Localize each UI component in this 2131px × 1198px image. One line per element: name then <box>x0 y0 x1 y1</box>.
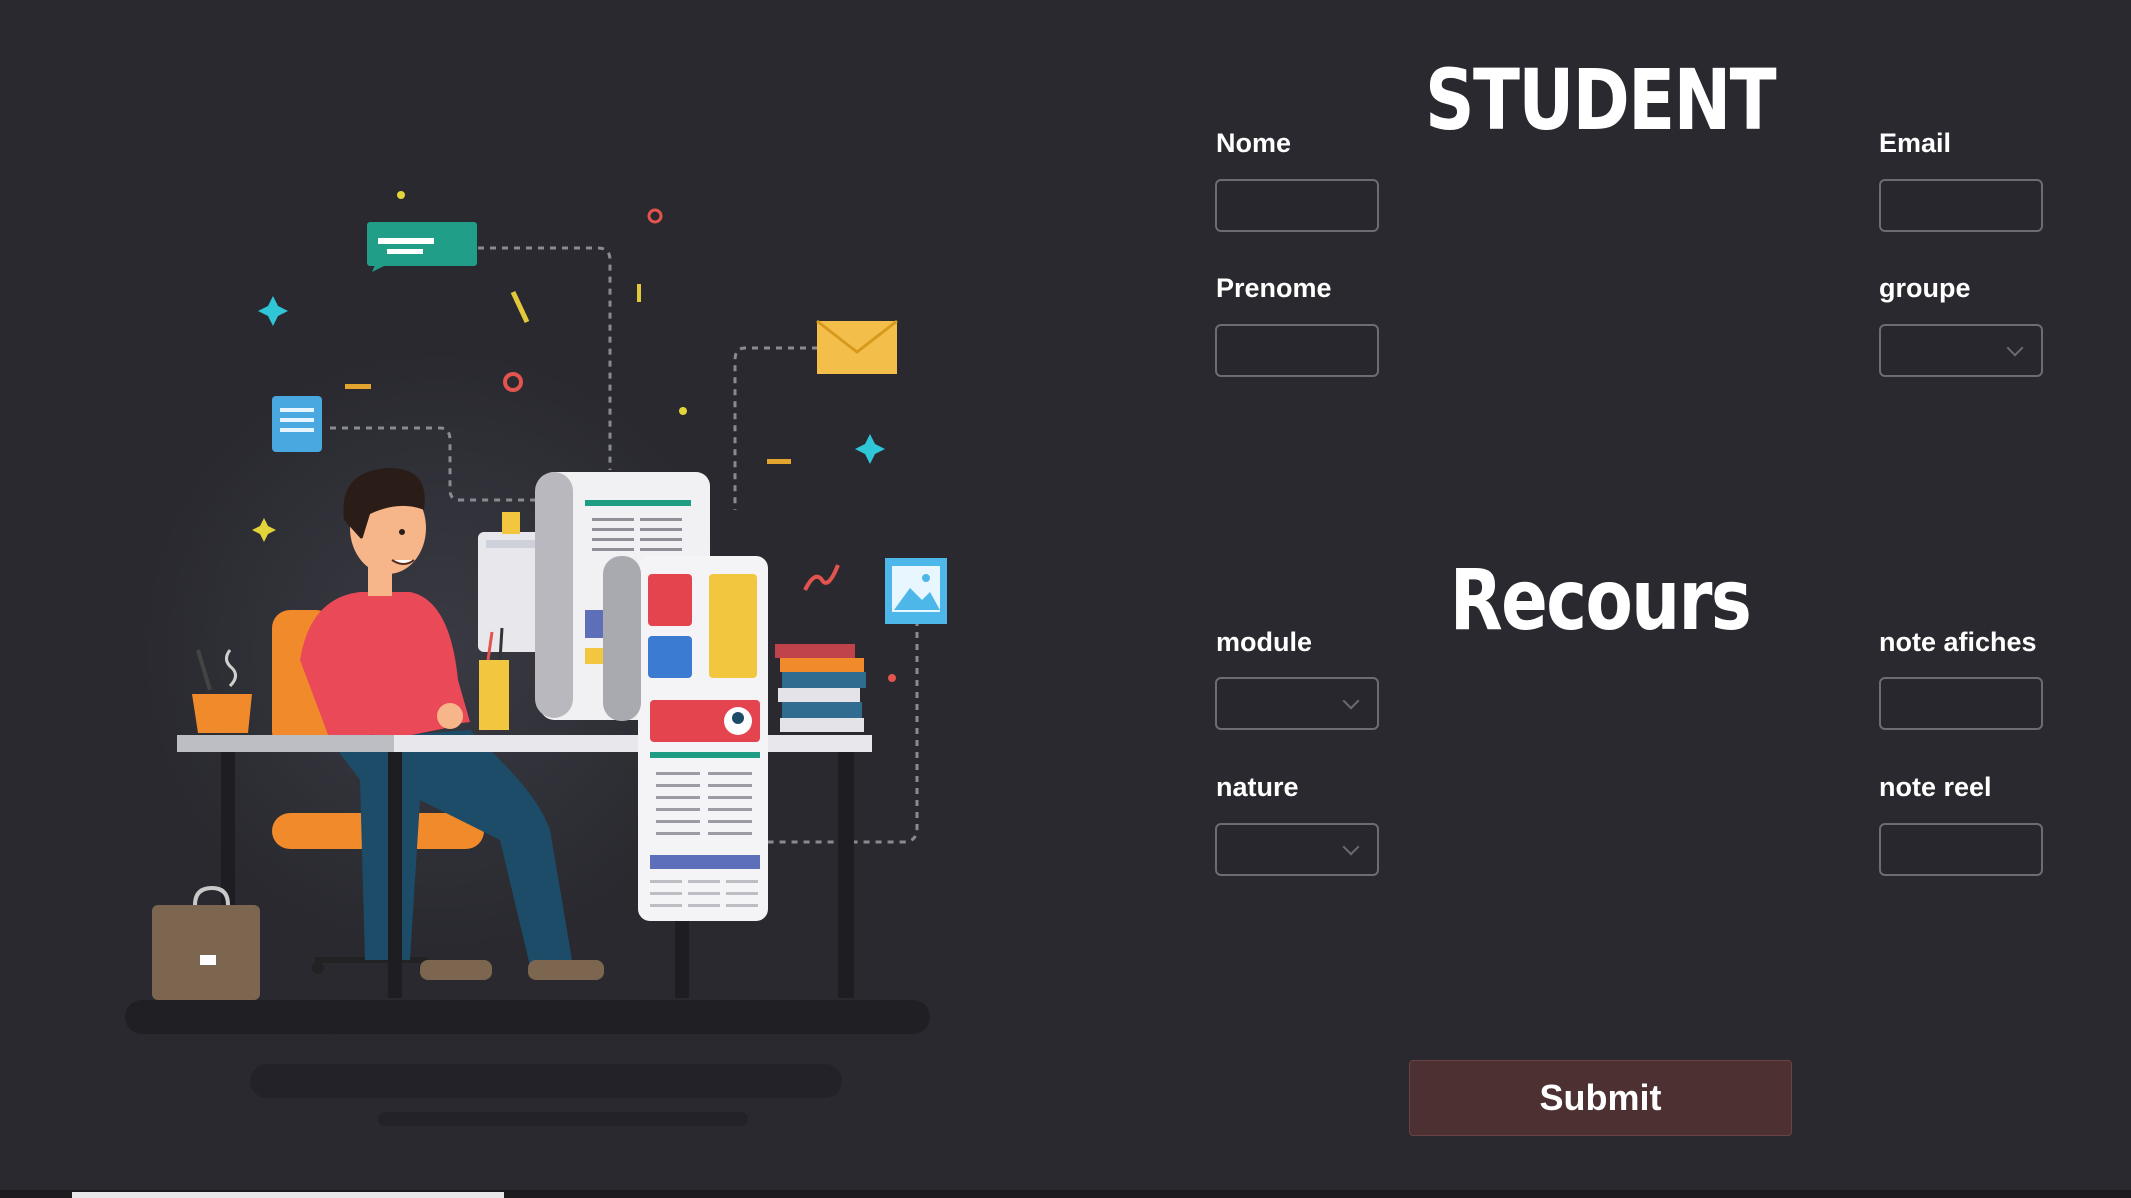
note-affiches-input[interactable] <box>1879 677 2043 730</box>
module-label: module <box>1216 627 1313 657</box>
illustration-developer-at-desk <box>125 191 947 1126</box>
image-icon <box>885 558 947 624</box>
recours-title: Recours <box>1449 551 1752 649</box>
nature-label: nature <box>1216 772 1299 802</box>
chevron-down-icon <box>1342 692 1360 710</box>
bottom-bar-segment <box>72 1192 504 1198</box>
nom-input[interactable] <box>1215 179 1379 232</box>
student-title: STUDENT <box>1425 51 1777 149</box>
prenom-label: Prenome <box>1216 273 1332 303</box>
email-label: Email <box>1879 128 1952 158</box>
chevron-down-icon <box>1342 838 1360 856</box>
email-input[interactable] <box>1879 179 2043 232</box>
groupe-select[interactable] <box>1879 324 2043 377</box>
note-affiches-label: note afiches <box>1879 627 2037 657</box>
note-reel-input[interactable] <box>1879 823 2043 876</box>
module-select[interactable] <box>1215 677 1379 730</box>
nature-select[interactable] <box>1215 823 1379 876</box>
note-reel-label: note reel <box>1879 772 1992 802</box>
chat-icon <box>367 222 477 272</box>
prenom-input[interactable] <box>1215 324 1379 377</box>
groupe-label: groupe <box>1879 273 1971 303</box>
submit-button[interactable]: Submit <box>1409 1060 1792 1136</box>
nom-label: Nome <box>1216 128 1292 158</box>
chevron-down-icon <box>2006 339 2024 357</box>
envelope-icon <box>816 319 898 374</box>
